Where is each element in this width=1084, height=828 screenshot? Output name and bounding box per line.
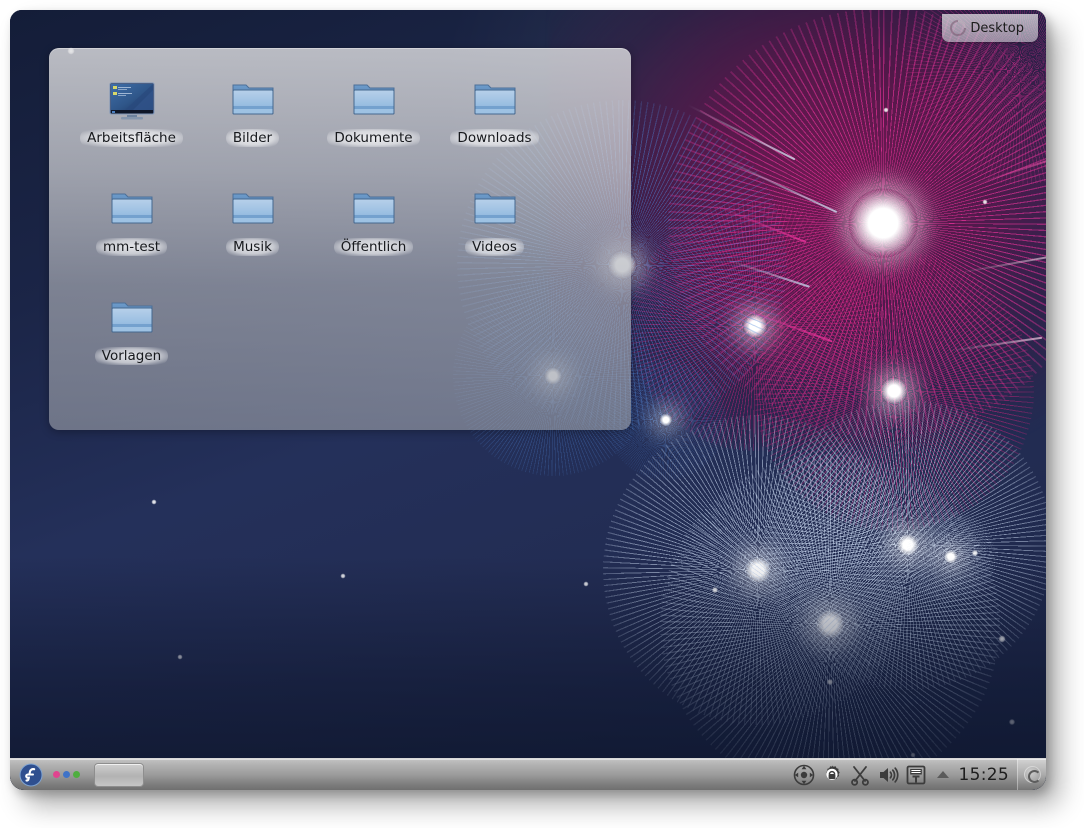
desktop-toolbox-label: Desktop: [970, 20, 1024, 36]
fedora-menu-icon[interactable]: [18, 762, 43, 787]
desktop-icon-label: Musik: [226, 238, 279, 256]
spark: [982, 199, 988, 205]
folder-icon: [470, 78, 520, 122]
folder-icon: [228, 187, 278, 231]
pager-dot-1[interactable]: [53, 771, 60, 778]
klipper-scissors-icon[interactable]: [849, 764, 871, 786]
desktop-icon-label: Arbeitsfläche: [80, 129, 183, 147]
spark: [151, 499, 157, 505]
folder-icon: [349, 78, 399, 122]
desktop-icon-label: mm-test: [95, 238, 168, 256]
desktop-icon-bilder[interactable]: Bilder: [192, 68, 313, 177]
cashew-toolbox-icon: [950, 20, 967, 36]
desktop-screen: Desktop Arbeitsfläche Bilder Dokumente D…: [10, 10, 1046, 790]
show-hidden-tray-icons-icon[interactable]: [936, 771, 949, 778]
folder-icon: [470, 187, 520, 231]
pager-dot-2[interactable]: [63, 771, 70, 778]
folder-icon: [107, 296, 157, 340]
desktop-preview-icon: [107, 78, 157, 122]
desktop-icon-label: Videos: [465, 238, 524, 256]
device-notifier-icon[interactable]: [905, 764, 927, 786]
desktop-icon-dokumente[interactable]: Dokumente: [313, 68, 434, 177]
page-root: Desktop Arbeitsfläche Bilder Dokumente D…: [0, 0, 1084, 828]
folder-icon: [349, 187, 399, 231]
desktop-icon-oeffentlich[interactable]: Öffentlich: [313, 177, 434, 286]
folder-view-icon-grid: Arbeitsfläche Bilder Dokumente Downloads…: [49, 62, 631, 395]
system-tray: 15:25: [793, 764, 1018, 786]
desktop-icon-arbeitsflaeche[interactable]: Arbeitsfläche: [71, 68, 192, 177]
desktop-icon-mm-test[interactable]: mm-test: [71, 177, 192, 286]
desktop-icon-videos[interactable]: Videos: [434, 177, 555, 286]
volume-speaker-icon[interactable]: [877, 764, 899, 786]
desktop-icon-label: Vorlagen: [94, 347, 169, 365]
pager-dot-3[interactable]: [73, 771, 80, 778]
panel-left-group: [10, 762, 144, 787]
spark: [883, 107, 889, 113]
taskbar-panel: 15:25: [10, 758, 1046, 790]
wallpaper-ground-gradient: [10, 556, 1046, 790]
selinux-gear-lock-icon[interactable]: [821, 764, 843, 786]
panel-toolbox-glyph: [1023, 766, 1041, 783]
desktop-toolbox-button[interactable]: Desktop: [942, 14, 1038, 42]
pager-icon[interactable]: [49, 771, 84, 778]
folder-icon: [107, 187, 157, 231]
desktop-icon-vorlagen[interactable]: Vorlagen: [71, 286, 192, 395]
desktop-icon-label: Dokumente: [327, 129, 420, 147]
panel-toolbox-icon[interactable]: [1017, 759, 1046, 790]
task-window-button[interactable]: [94, 762, 144, 787]
desktop-icon-label: Downloads: [450, 129, 539, 147]
folder-view-plasmoid[interactable]: Arbeitsfläche Bilder Dokumente Downloads…: [49, 48, 631, 430]
desktop-icon-downloads[interactable]: Downloads: [434, 68, 555, 177]
network-manager-icon[interactable]: [793, 764, 815, 786]
desktop-icon-label: Bilder: [225, 129, 280, 147]
folder-icon: [228, 78, 278, 122]
desktop-icon-musik[interactable]: Musik: [192, 177, 313, 286]
task-manager: [90, 762, 144, 787]
digital-clock[interactable]: 15:25: [957, 765, 1014, 785]
desktop-icon-label: Öffentlich: [333, 238, 414, 256]
